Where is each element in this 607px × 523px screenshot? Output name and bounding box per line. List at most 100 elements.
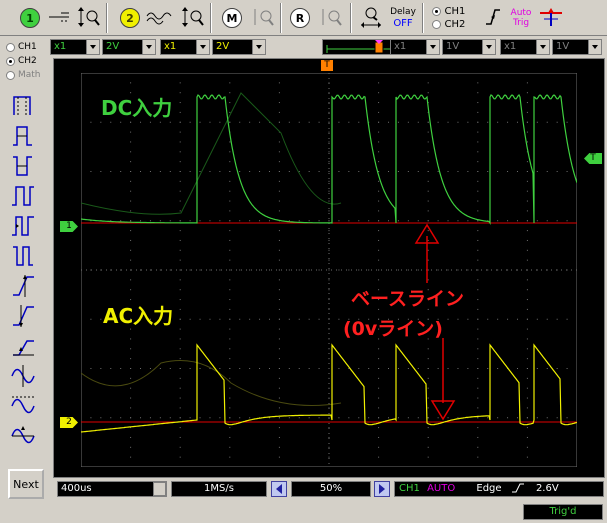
sine-rms-icon[interactable] <box>10 423 40 449</box>
trig-ch1-radio[interactable] <box>432 6 441 16</box>
grid-dot <box>328 436 330 438</box>
scroll-right-button[interactable] <box>374 481 390 497</box>
grid-dot <box>477 190 479 192</box>
grid-dot <box>417 121 419 123</box>
grid-dot <box>378 220 380 222</box>
grid-dot <box>130 397 132 399</box>
grid-dot <box>318 171 320 172</box>
grid-dot <box>328 279 330 281</box>
trig-ch2-option[interactable]: CH2 <box>432 18 465 31</box>
trigger-status: Trig'd <box>523 504 603 520</box>
auto-trig-button[interactable]: Auto Trig <box>508 4 534 32</box>
grid-dot <box>378 230 380 232</box>
grid-dot <box>507 417 509 419</box>
sidebar-ch2-option[interactable]: CH2 <box>6 56 37 66</box>
trigger-position-marker[interactable]: T <box>321 60 333 71</box>
grid-dot <box>526 338 528 340</box>
grid-dot <box>437 368 439 369</box>
ch2-wave-icon[interactable] <box>146 4 172 30</box>
grid-dot <box>278 151 280 153</box>
trigger-level-marker[interactable]: T <box>584 153 602 164</box>
duty-cycle-icon[interactable] <box>10 213 40 239</box>
grid-dot <box>457 121 459 123</box>
baseline-annotation: ベースライン <box>351 288 464 310</box>
grid-dot <box>417 417 419 419</box>
grid-dot <box>328 190 330 192</box>
trig-ch2-radio[interactable] <box>432 19 441 29</box>
grid-dot <box>526 249 528 251</box>
rise-time-icon[interactable] <box>10 273 40 299</box>
ch1-probe-select[interactable]: x1 <box>50 39 100 55</box>
pulse-measure-icon[interactable] <box>10 93 40 119</box>
math-radio[interactable] <box>6 70 15 80</box>
grid-dot <box>328 269 330 271</box>
period-icon[interactable] <box>10 183 40 209</box>
ch2-zoom-icon[interactable] <box>180 4 206 30</box>
fall-time-icon[interactable] <box>10 303 40 329</box>
grid-dot <box>427 171 429 172</box>
edge-slope-icon[interactable] <box>480 4 506 30</box>
grid-dot <box>239 121 241 123</box>
next-button[interactable]: Next <box>8 469 44 499</box>
trig-ch1-option[interactable]: CH1 <box>432 5 465 18</box>
trig-type: Edge <box>476 483 502 494</box>
grid-dot <box>298 121 300 123</box>
grid-dot <box>526 358 528 360</box>
grid-dot <box>487 318 489 320</box>
ref-volts-select[interactable]: 1V <box>552 39 602 55</box>
trigger-level-icon[interactable] <box>538 4 564 30</box>
grid-dot <box>467 269 469 271</box>
grid-dot <box>140 121 142 123</box>
scroll-left-button[interactable] <box>271 481 287 497</box>
grid-dot <box>278 161 280 163</box>
ch1-button[interactable]: 1 <box>20 4 40 32</box>
math-zoom-icon[interactable] <box>250 4 276 30</box>
grid-dot <box>477 279 479 281</box>
ch2-radio[interactable] <box>6 56 15 66</box>
delay-button[interactable]: Delay OFF <box>388 4 418 32</box>
grid-dot <box>378 190 380 192</box>
grid-dot <box>179 387 181 389</box>
math-volts-select[interactable]: 1V <box>442 39 496 55</box>
ch1-volts-select[interactable]: 2V <box>102 39 156 55</box>
ch1-zoom-icon[interactable] <box>76 4 102 30</box>
positive-width-icon[interactable] <box>10 123 40 149</box>
grid-dot <box>229 259 231 261</box>
ch1-level-marker[interactable]: 1 <box>60 221 78 232</box>
grid-dot <box>477 102 479 104</box>
sidebar-ch1-option[interactable]: CH1 <box>6 42 37 52</box>
ch1-radio[interactable] <box>6 42 15 52</box>
ref-zoom-icon[interactable] <box>318 4 344 30</box>
grid-dot <box>437 121 439 123</box>
grid-dot <box>368 417 370 419</box>
math-button[interactable]: M <box>222 4 242 32</box>
grid-dot <box>378 427 380 429</box>
sidebar-math-option[interactable]: Math <box>6 70 41 80</box>
ch2-button[interactable]: 2 <box>120 4 140 32</box>
grid-dot <box>378 151 380 153</box>
grid-dot <box>427 210 429 212</box>
grid-dot <box>516 318 518 320</box>
ch2-probe-select[interactable]: x1 <box>160 39 210 55</box>
grid-dot <box>526 299 528 301</box>
grid-dot <box>318 318 320 320</box>
grid-dot <box>81 220 82 222</box>
ref-probe-select[interactable]: x1 <box>500 39 550 55</box>
grid-dot <box>179 308 181 310</box>
ch2-volts-select[interactable]: 2V <box>212 39 266 55</box>
ch1-coupling-icon[interactable] <box>46 4 72 30</box>
grid-dot <box>457 318 459 320</box>
grid-dot <box>556 368 558 369</box>
slew-rate-icon[interactable] <box>10 333 40 359</box>
math-probe-select[interactable]: x1 <box>390 39 440 55</box>
ch2-level-marker[interactable]: 2 <box>60 417 78 428</box>
sine-peak-icon[interactable] <box>10 393 40 419</box>
frequency-icon[interactable] <box>10 243 40 269</box>
negative-width-icon[interactable] <box>10 153 40 179</box>
sine-amplitude-icon[interactable] <box>10 363 40 389</box>
grid-dot <box>407 269 409 271</box>
timebase-select[interactable]: 400us <box>57 481 167 497</box>
ref-button[interactable]: R <box>290 4 310 32</box>
timebase-zoom-icon[interactable] <box>358 4 384 30</box>
grid-dot <box>278 387 280 389</box>
